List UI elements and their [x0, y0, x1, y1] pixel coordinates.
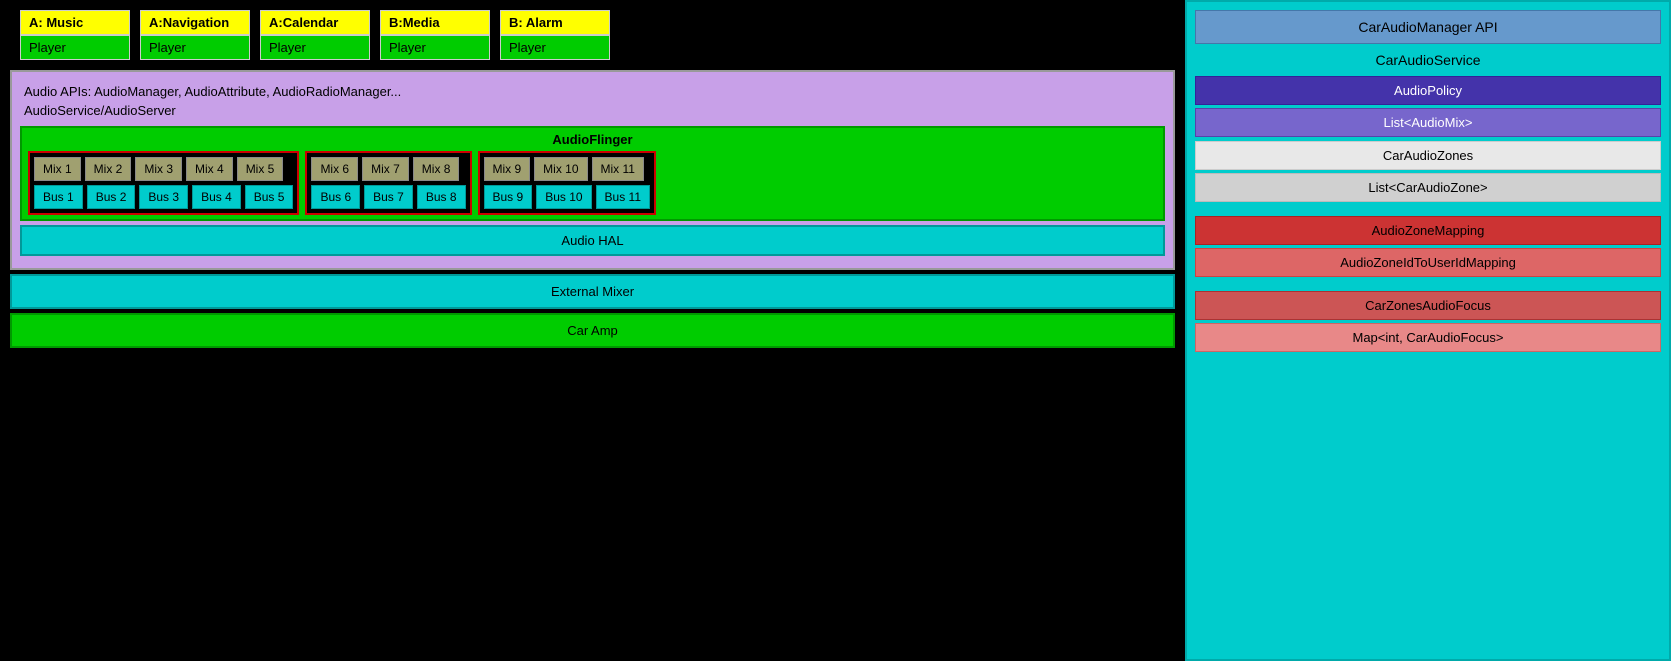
mix-group-2: Mix 6 Mix 7 Mix 8 Bus 6 Bus 7 Bus 8 — [305, 151, 471, 215]
list-car-audio-zone-row: List<CarAudioZone> — [1195, 173, 1661, 202]
car-zones-audio-focus-section: CarZonesAudioFocus Map<int, CarAudioFocu… — [1195, 291, 1661, 352]
mix-9: Mix 9 — [484, 157, 531, 181]
mix-group-3: Mix 9 Mix 10 Mix 11 Bus 9 Bus 10 Bus 11 — [478, 151, 657, 215]
bus-8: Bus 8 — [417, 185, 466, 209]
audio-policy-section: AudioPolicy List<AudioMix> — [1195, 76, 1661, 137]
app-player-music: A: Music Player — [20, 10, 130, 60]
audio-stack-container: Audio APIs: AudioManager, AudioAttribute… — [10, 70, 1175, 270]
mix-6: Mix 6 — [311, 157, 358, 181]
map-car-audio-focus-row: Map<int, CarAudioFocus> — [1195, 323, 1661, 352]
audio-zone-mapping-row: AudioZoneMapping — [1195, 216, 1661, 245]
mix-row-1: Mix 1 Mix 2 Mix 3 Mix 4 Mix 5 — [34, 157, 293, 181]
bus-row-2: Bus 6 Bus 7 Bus 8 — [311, 185, 465, 209]
list-audio-mix-row: List<AudioMix> — [1195, 108, 1661, 137]
app-player-media: B:Media Player — [380, 10, 490, 60]
mix-group-1: Mix 1 Mix 2 Mix 3 Mix 4 Mix 5 Bus 1 Bus … — [28, 151, 299, 215]
mix-row-3: Mix 9 Mix 10 Mix 11 — [484, 157, 651, 181]
audio-zone-mapping-section: AudioZoneMapping AudioZoneIdToUserIdMapp… — [1195, 216, 1661, 277]
mix-5: Mix 5 — [237, 157, 284, 181]
bus-row-3: Bus 9 Bus 10 Bus 11 — [484, 185, 651, 209]
bus-6: Bus 6 — [311, 185, 360, 209]
app-player-navigation: A:Navigation Player — [140, 10, 250, 60]
player-label-calendar: Player — [260, 35, 370, 60]
car-amp-label: Car Amp — [567, 323, 618, 338]
player-label-music: Player — [20, 35, 130, 60]
car-audio-zones-section: CarAudioZones List<CarAudioZone> — [1195, 141, 1661, 202]
audio-flinger-label: AudioFlinger — [28, 132, 1157, 147]
bus-2: Bus 2 — [87, 185, 136, 209]
mix-11: Mix 11 — [592, 157, 644, 181]
app-label-navigation: A:Navigation — [140, 10, 250, 35]
car-audio-service-title: CarAudioService — [1195, 48, 1661, 72]
external-mixer-container: External Mixer — [10, 274, 1175, 309]
audio-flinger-container: AudioFlinger Mix 1 Mix 2 Mix 3 Mix 4 Mix… — [20, 126, 1165, 221]
bus-3: Bus 3 — [139, 185, 188, 209]
external-mixer-label: External Mixer — [551, 284, 634, 299]
player-label-media: Player — [380, 35, 490, 60]
bus-7: Bus 7 — [364, 185, 413, 209]
bus-9: Bus 9 — [484, 185, 533, 209]
app-label-music: A: Music — [20, 10, 130, 35]
mix-1: Mix 1 — [34, 157, 81, 181]
mix-2: Mix 2 — [85, 157, 132, 181]
audio-service-label: AudioService/AudioServer — [20, 101, 1165, 122]
audio-policy-row: AudioPolicy — [1195, 76, 1661, 105]
audio-zone-id-to-user-row: AudioZoneIdToUserIdMapping — [1195, 248, 1661, 277]
app-label-calendar: A:Calendar — [260, 10, 370, 35]
car-zones-audio-focus-row: CarZonesAudioFocus — [1195, 291, 1661, 320]
mix-3: Mix 3 — [135, 157, 182, 181]
car-amp-container: Car Amp — [10, 313, 1175, 348]
mix-4: Mix 4 — [186, 157, 233, 181]
app-players-row: A: Music Player A:Navigation Player A:Ca… — [20, 10, 1175, 60]
app-player-alarm: B: Alarm Player — [500, 10, 610, 60]
car-audio-manager-api-title: CarAudioManager API — [1195, 10, 1661, 44]
app-label-media: B:Media — [380, 10, 490, 35]
bus-11: Bus 11 — [596, 185, 650, 209]
bus-4: Bus 4 — [192, 185, 241, 209]
main-diagram: A: Music Player A:Navigation Player A:Ca… — [0, 0, 1185, 661]
audio-apis-label: Audio APIs: AudioManager, AudioAttribute… — [20, 80, 1165, 101]
player-label-alarm: Player — [500, 35, 610, 60]
mix-10: Mix 10 — [534, 157, 587, 181]
audio-hal-label: Audio HAL — [561, 233, 623, 248]
bus-10: Bus 10 — [536, 185, 591, 209]
mix-8: Mix 8 — [413, 157, 460, 181]
bus-5: Bus 5 — [245, 185, 294, 209]
bus-1: Bus 1 — [34, 185, 83, 209]
audio-hal-container: Audio HAL — [20, 225, 1165, 256]
mix-row-2: Mix 6 Mix 7 Mix 8 — [311, 157, 465, 181]
app-player-calendar: A:Calendar Player — [260, 10, 370, 60]
right-panel: CarAudioManager API CarAudioService Audi… — [1185, 0, 1671, 661]
bus-row-1: Bus 1 Bus 2 Bus 3 Bus 4 Bus 5 — [34, 185, 293, 209]
mix-bus-groups: Mix 1 Mix 2 Mix 3 Mix 4 Mix 5 Bus 1 Bus … — [28, 151, 1157, 215]
app-label-alarm: B: Alarm — [500, 10, 610, 35]
car-audio-zones-row: CarAudioZones — [1195, 141, 1661, 170]
player-label-navigation: Player — [140, 35, 250, 60]
mix-7: Mix 7 — [362, 157, 409, 181]
